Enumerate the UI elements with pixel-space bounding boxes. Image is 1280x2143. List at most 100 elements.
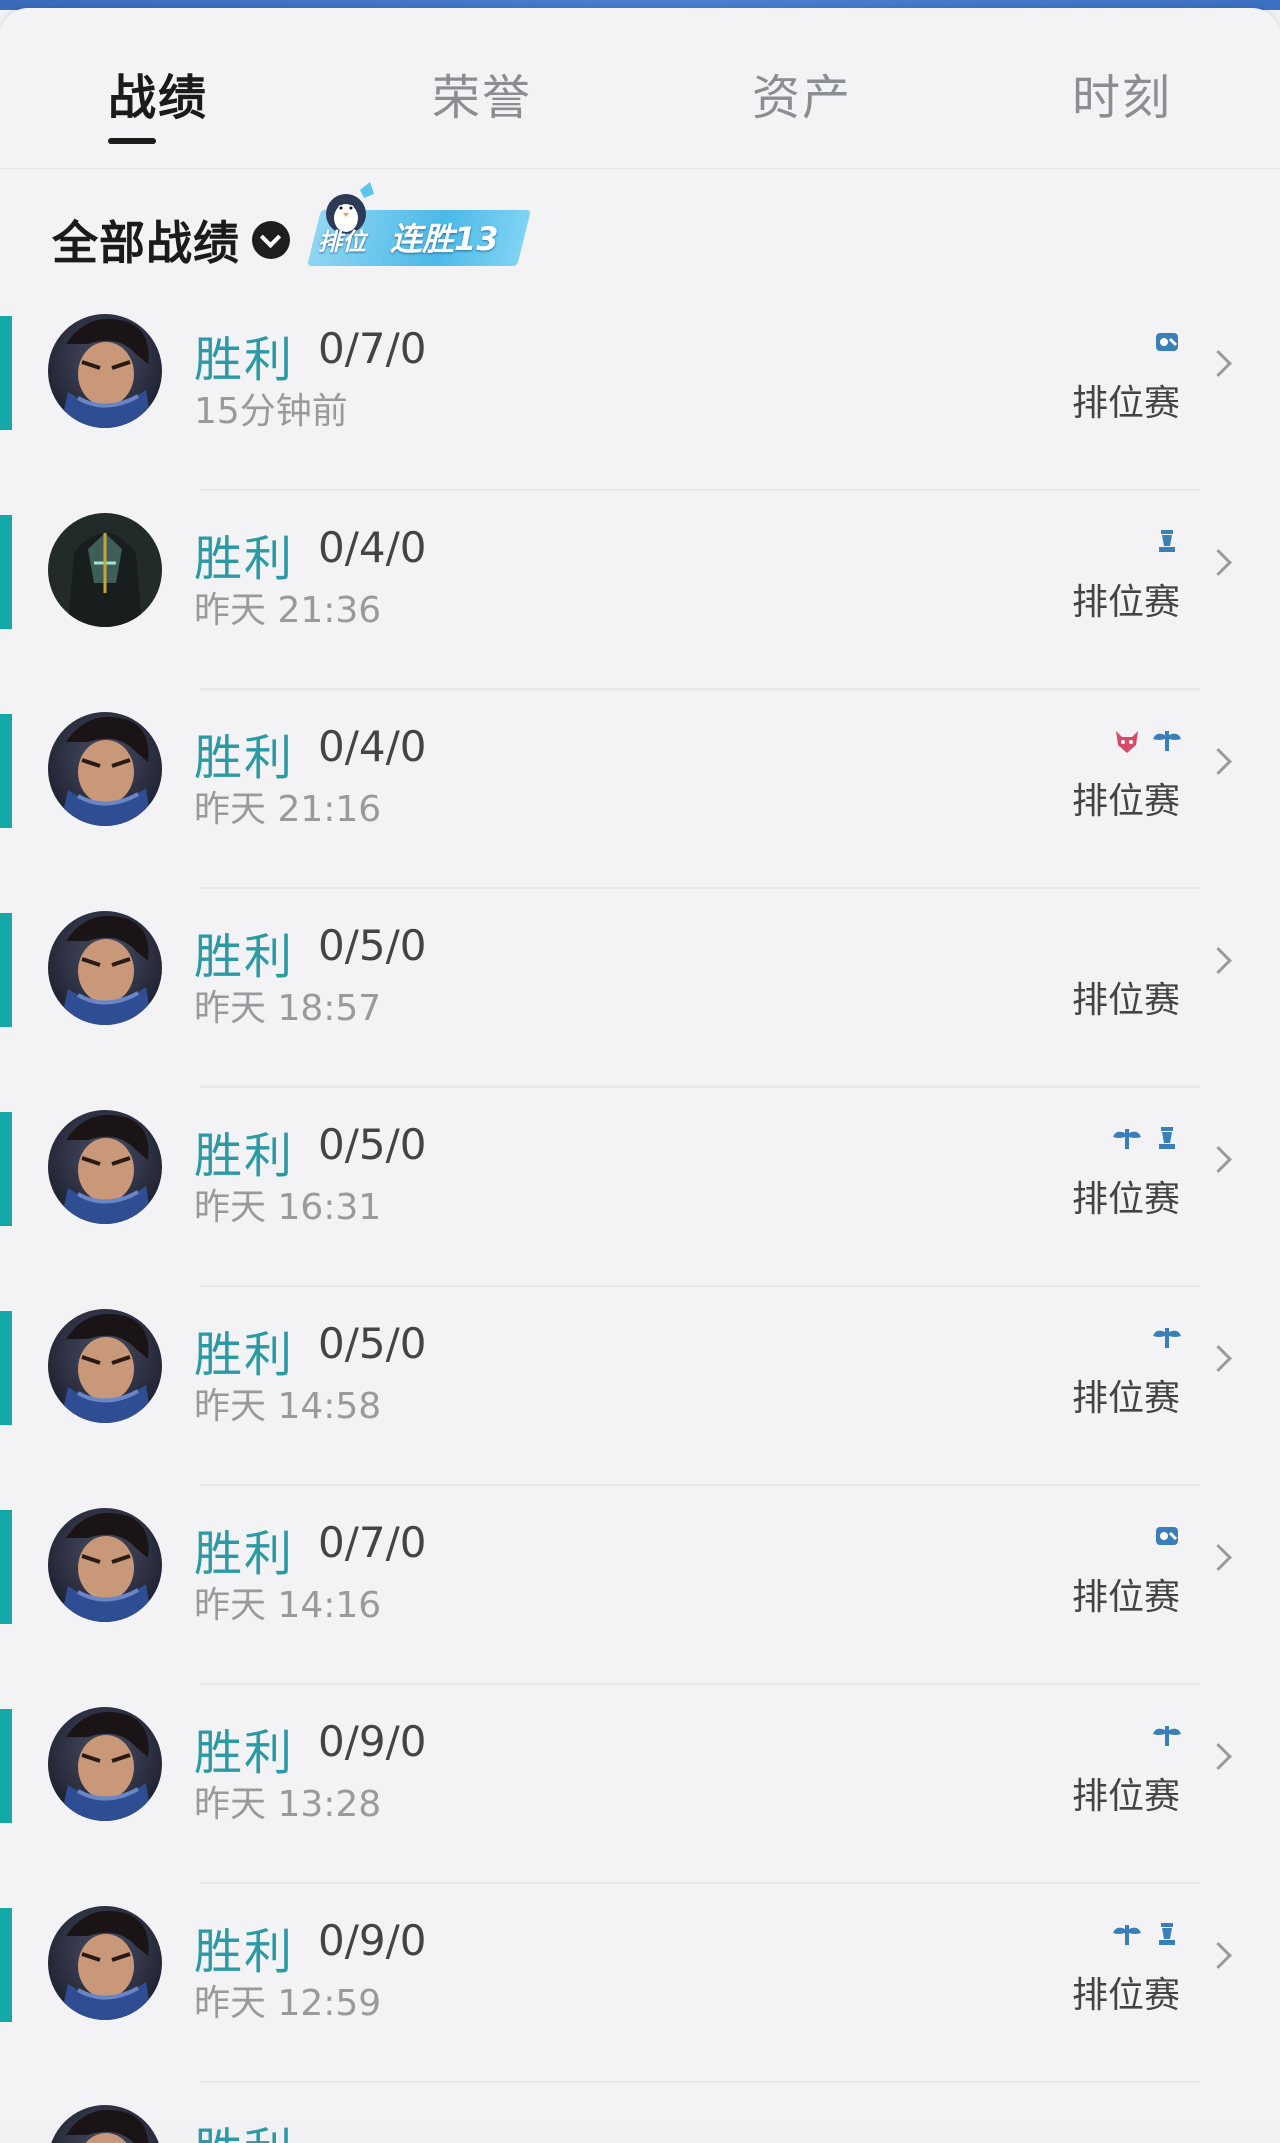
chess-piece-icon: [1150, 524, 1184, 562]
chevron-right-icon: [1205, 1942, 1232, 1969]
match-kda: 0/4/0: [318, 523, 427, 572]
hero-avatar: [48, 513, 162, 627]
tab-honors[interactable]: 荣誉: [432, 58, 532, 128]
chevron-right-icon: [1205, 1743, 1232, 1770]
match-kda: 0/4/0: [318, 722, 427, 771]
hero-avatar: [48, 1906, 162, 2020]
win-accent-bar: [0, 1311, 12, 1425]
hero-avatar: [48, 2105, 162, 2143]
hero-avatar: [48, 1707, 162, 1821]
tab-assets[interactable]: 资产: [752, 58, 852, 128]
match-time: 昨天 12:59: [194, 1983, 382, 2024]
win-accent-bar: [0, 913, 12, 1027]
match-mode: 排位赛: [1071, 980, 1180, 1021]
match-time: 昨天 13:28: [194, 1784, 382, 1825]
chevron-right-icon: [1205, 350, 1232, 377]
match-mode: 排位赛: [1071, 1179, 1180, 1220]
match-row[interactable]: 胜利 0/7/0 昨天 14:16 排位赛: [0, 1486, 1280, 1685]
match-result: 胜利: [194, 531, 295, 587]
chevron-right-icon: [1205, 1146, 1232, 1173]
chevron-right-icon: [1205, 1345, 1232, 1372]
match-kda: 0/5/0: [318, 1319, 427, 1368]
tab-bar: 战绩 荣誉 资产 时刻: [0, 8, 1280, 169]
win-accent-bar: [0, 515, 12, 629]
match-result: 胜利: [194, 1924, 295, 1980]
chevron-right-icon: [1205, 947, 1232, 974]
chess-piece-icon: [1150, 1917, 1184, 1955]
match-mode: 排位赛: [1071, 1577, 1180, 1618]
match-badges: [1150, 1321, 1184, 1357]
tab-records[interactable]: 战绩: [108, 58, 208, 128]
match-result: 胜利: [194, 332, 295, 388]
match-badges: [1110, 724, 1184, 760]
match-kda: 0/5/0: [318, 921, 427, 970]
match-row[interactable]: 胜利 0/9/0 昨天 13:28 排位赛: [0, 1685, 1280, 1884]
win-accent-bar: [0, 714, 12, 828]
win-streak-badge: 排位 连胜13: [307, 172, 531, 272]
hero-avatar: [48, 1110, 162, 1224]
hero-avatar: [48, 712, 162, 826]
match-row[interactable]: 胜利 0/7/0 15分钟前 排位赛: [0, 292, 1280, 491]
chevron-right-icon: [1205, 1544, 1232, 1571]
tab-moments[interactable]: 时刻: [1072, 58, 1172, 128]
match-time: 昨天 14:58: [194, 1386, 382, 1427]
match-result: 胜利: [194, 929, 295, 985]
wings-icon: [1110, 1917, 1144, 1955]
match-result: 胜利: [194, 730, 295, 786]
shield-icon: [1150, 1519, 1184, 1557]
match-time: 昨天 16:31: [194, 1187, 382, 1228]
match-time: 昨天 21:16: [194, 789, 382, 830]
chess-piece-icon: [1150, 1121, 1184, 1159]
match-kda: 0/7/0: [318, 1518, 427, 1567]
match-row[interactable]: 胜利 0/5/0 昨天 18:57 排位赛: [0, 889, 1280, 1088]
match-kda: 0/5/0: [318, 1120, 427, 1169]
match-row[interactable]: 胜利 0/5/0 昨天 16:31 排位赛: [0, 1088, 1280, 1287]
hero-avatar: [48, 1309, 162, 1423]
wings-icon: [1110, 1121, 1144, 1159]
chevron-down-icon: [252, 221, 290, 259]
match-kda: 0/7/0: [318, 324, 427, 373]
active-tab-indicator: [108, 138, 156, 144]
match-mode: 排位赛: [1071, 781, 1180, 822]
demon-icon: [1110, 723, 1144, 761]
match-mode: 排位赛: [1071, 582, 1180, 623]
match-result: 胜利: [194, 1526, 295, 1582]
match-row[interactable]: 胜利 0/5/0 昨天 14:58 排位赛: [0, 1287, 1280, 1486]
wings-icon: [1150, 723, 1184, 761]
match-kda: 0/9/0: [318, 1916, 427, 1965]
win-accent-bar: [0, 1510, 12, 1624]
match-badges: [1150, 1520, 1184, 1556]
records-filter-dropdown[interactable]: 全部战绩: [52, 210, 290, 270]
match-mode: 排位赛: [1071, 383, 1180, 424]
streak-rank-label: 排位: [318, 228, 366, 256]
chevron-right-icon: [1205, 748, 1232, 775]
match-row[interactable]: 胜利 0/4/0 昨天 21:16 排位赛: [0, 690, 1280, 889]
match-badges: [1150, 525, 1184, 561]
match-mode: 排位赛: [1071, 1378, 1180, 1419]
streak-text: 连胜13: [390, 220, 499, 258]
match-result: 胜利: [194, 1327, 295, 1383]
win-accent-bar: [0, 1709, 12, 1823]
match-badges: [1110, 1918, 1184, 1954]
chevron-right-icon: [1205, 549, 1232, 576]
filter-label: 全部战绩: [52, 216, 240, 270]
win-accent-bar: [0, 1112, 12, 1226]
match-time: 昨天 14:16: [194, 1585, 382, 1626]
win-accent-bar: [0, 1908, 12, 2022]
match-time: 昨天 21:36: [194, 590, 382, 631]
match-time: 昨天 18:57: [194, 988, 382, 1029]
match-kda: 0/9/0: [318, 1717, 427, 1766]
match-row[interactable]: 胜利 0/9/0 昨天 12:59 排位赛: [0, 1884, 1280, 2083]
match-mode: 排位赛: [1071, 1776, 1180, 1817]
match-badges: [1110, 1122, 1184, 1158]
wings-icon: [1150, 1320, 1184, 1358]
match-mode: 排位赛: [1071, 1975, 1180, 2016]
match-result: 胜利: [194, 1725, 295, 1781]
match-row-partial[interactable]: 胜利: [0, 2083, 1280, 2143]
hero-avatar: [48, 314, 162, 428]
match-time: 15分钟前: [194, 391, 348, 432]
match-row[interactable]: 胜利 0/4/0 昨天 21:36 排位赛: [0, 491, 1280, 690]
match-badges: [1150, 326, 1184, 362]
match-badges: [1150, 1719, 1184, 1755]
match-list: 胜利 0/7/0 15分钟前 排位赛 胜利 0/4/0 昨天 21:36 排位赛…: [0, 292, 1280, 2143]
